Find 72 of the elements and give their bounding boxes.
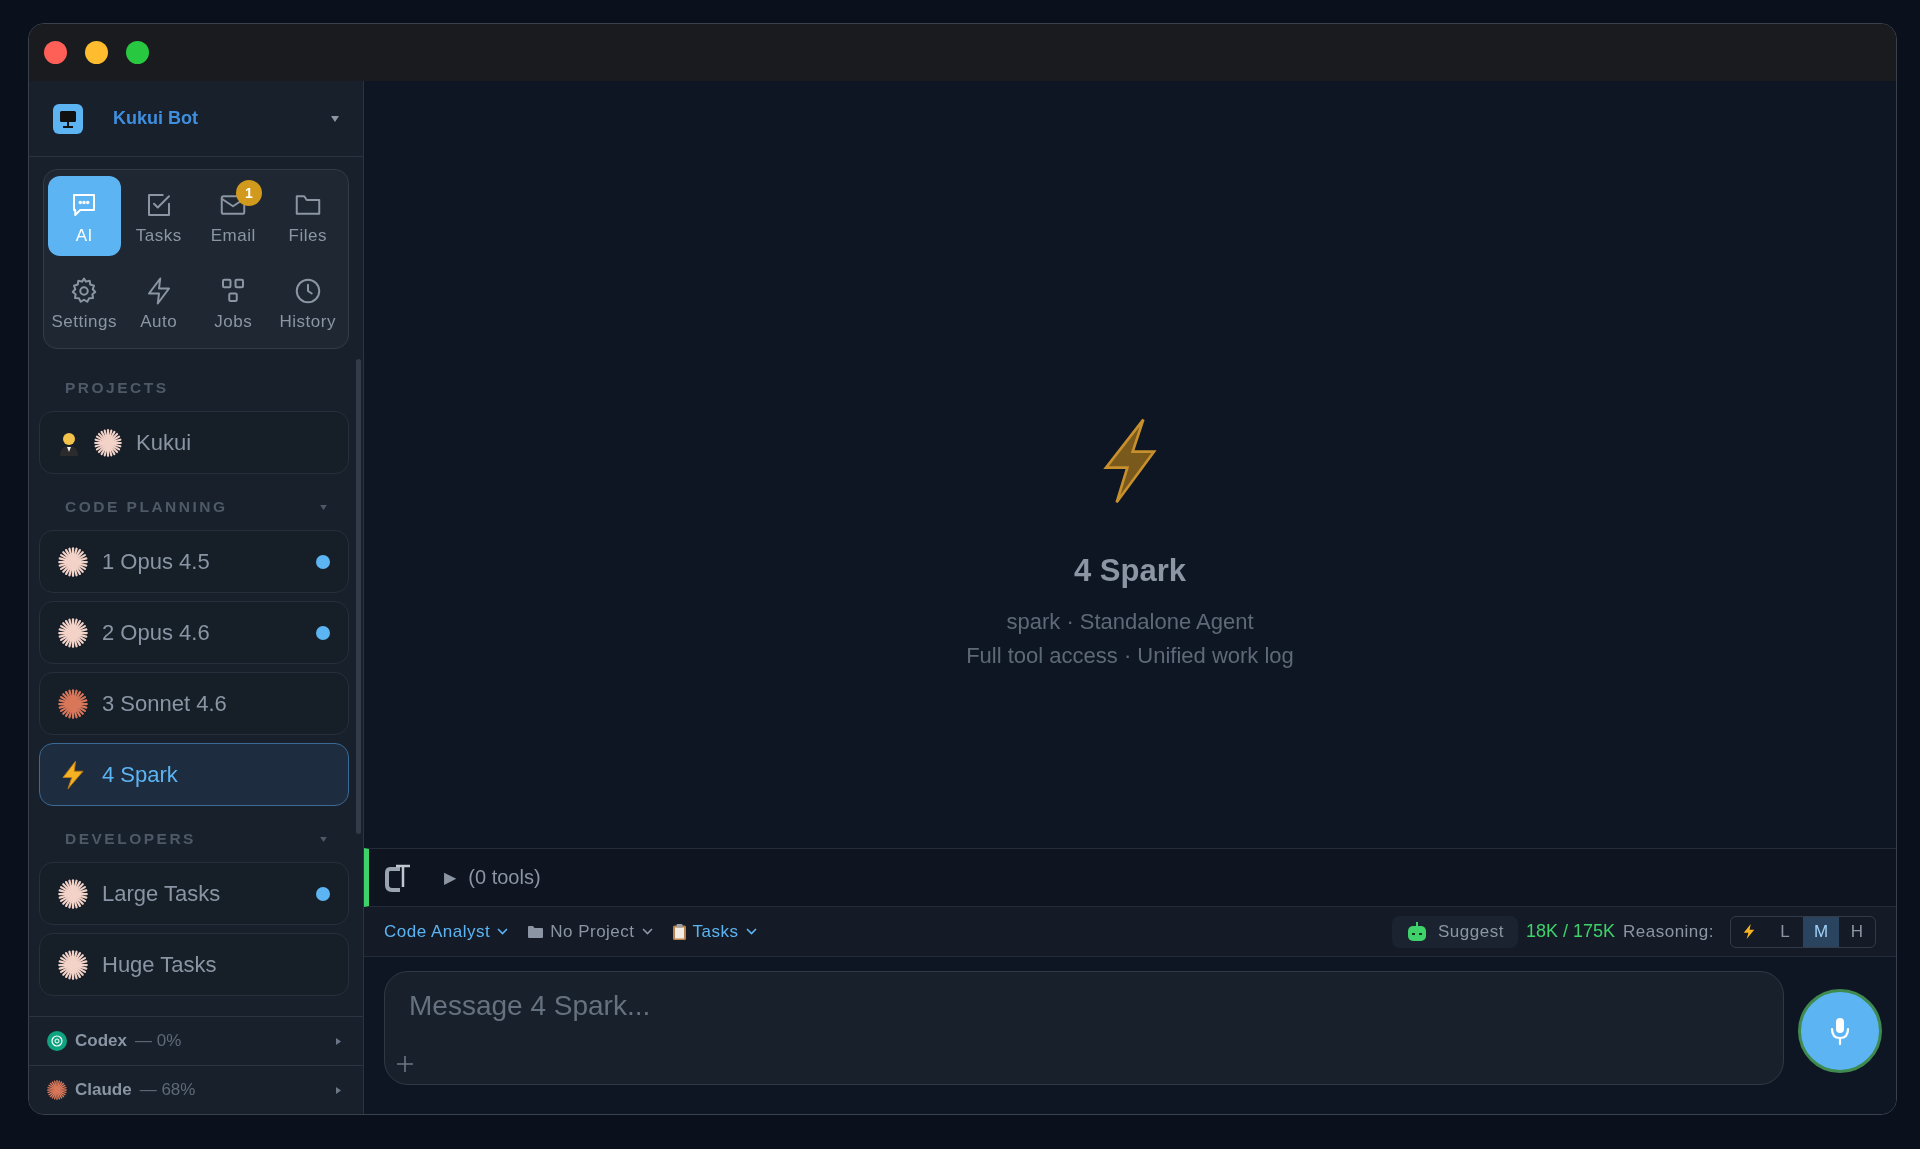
nav-tab[interactable]: Auto	[122, 262, 195, 342]
minimize-button[interactable]	[85, 41, 108, 64]
close-button[interactable]	[44, 41, 67, 64]
scrollbar-thumb[interactable]	[356, 359, 361, 834]
chevron-icon	[745, 928, 757, 935]
nav-tab[interactable]: Files	[271, 176, 344, 256]
folder-icon	[528, 925, 544, 938]
starburst-icon	[47, 1080, 67, 1100]
clamp-icon	[384, 862, 412, 893]
nav-tab[interactable]: Tasks	[122, 176, 195, 256]
agent-subtitle: spark · Standalone Agent	[1006, 607, 1254, 636]
section-heading: DEVELOPERS	[65, 830, 196, 848]
caret-icon	[336, 1086, 341, 1094]
nav-tab[interactable]: 1 Email	[197, 176, 270, 256]
agent-item[interactable]: 3 Sonnet 4.6	[39, 672, 349, 735]
chevron-icon	[641, 928, 653, 935]
plus-icon[interactable]	[396, 1055, 414, 1073]
agent-name: Large Tasks	[102, 880, 222, 907]
reasoning-option[interactable]: M	[1803, 916, 1839, 947]
monitor-icon	[53, 103, 83, 134]
project-dropdown[interactable]: No Project	[528, 921, 653, 942]
nav-tab[interactable]: History	[271, 262, 344, 342]
agent-dropdown[interactable]: Code Analyst	[384, 921, 509, 942]
agent-title: 4 Spark	[1074, 552, 1186, 589]
reasoning-option[interactable]: H	[1839, 916, 1875, 947]
reasoning-label: Reasoning:	[1623, 921, 1714, 942]
provider-name: Claude	[75, 1080, 132, 1100]
agent-item[interactable]: 2 Opus 4.6	[39, 601, 349, 664]
agent-name: Kukui	[136, 429, 193, 456]
agent-name: 3 Sonnet 4.6	[102, 690, 228, 717]
caret-icon[interactable]	[331, 115, 339, 122]
section-heading: PROJECTS	[65, 379, 169, 397]
agent-item[interactable]: Kukui	[39, 411, 349, 474]
starburst-icon	[58, 617, 88, 648]
agent-item[interactable]: 4 Spark	[39, 743, 349, 806]
notification-badge: 1	[236, 180, 263, 206]
usage-row[interactable]: Codex — 0%	[29, 1016, 363, 1065]
token-usage: 18K / 175K	[1525, 921, 1615, 942]
zoom-button[interactable]	[126, 41, 149, 64]
chevron-icon	[497, 928, 509, 935]
suggest-button[interactable]: Suggest	[1392, 915, 1518, 948]
starburst-icon	[58, 546, 88, 577]
workspace-name[interactable]: Kukui Bot	[113, 108, 301, 129]
tools-count: (0 tools)	[468, 866, 541, 889]
usage-reading: — 68%	[139, 1080, 197, 1100]
starburst-icon	[94, 428, 122, 457]
expand-toggle[interactable]: ▶	[444, 868, 457, 887]
nav-tab[interactable]: Settings	[48, 262, 121, 342]
robot-icon	[1406, 921, 1428, 942]
lightning-icon	[1742, 923, 1756, 940]
agent-item[interactable]: Large Tasks	[39, 862, 349, 925]
clipboard-icon	[672, 923, 686, 940]
starburst-icon	[58, 688, 88, 719]
view-dropdown[interactable]: Tasks	[672, 921, 757, 942]
starburst-icon	[58, 878, 88, 909]
starburst-icon	[58, 949, 88, 980]
nav-tab[interactable]: Jobs	[197, 262, 270, 342]
message-field[interactable]: Message 4 Spark...	[384, 971, 1784, 1085]
agent-description: Full tool access · Unified work log	[966, 641, 1294, 670]
agent-name: 4 Spark	[102, 761, 179, 788]
agent-name: Huge Tasks	[102, 951, 218, 978]
usage-reading: — 0%	[134, 1031, 183, 1051]
agent-name: 2 Opus 4.6	[102, 619, 211, 646]
section-heading: CODE PLANNING	[65, 498, 228, 516]
provider-name: Codex	[75, 1031, 127, 1051]
agent-item[interactable]: 1 Opus 4.5	[39, 530, 349, 593]
microphone-icon	[1830, 1017, 1850, 1045]
agent-item[interactable]: Huge Tasks	[39, 933, 349, 996]
agent-name: 1 Opus 4.5	[102, 548, 211, 575]
reasoning-option[interactable]: L	[1767, 916, 1803, 947]
caret-icon	[336, 1037, 341, 1045]
usage-row[interactable]: Claude — 68%	[29, 1065, 363, 1114]
